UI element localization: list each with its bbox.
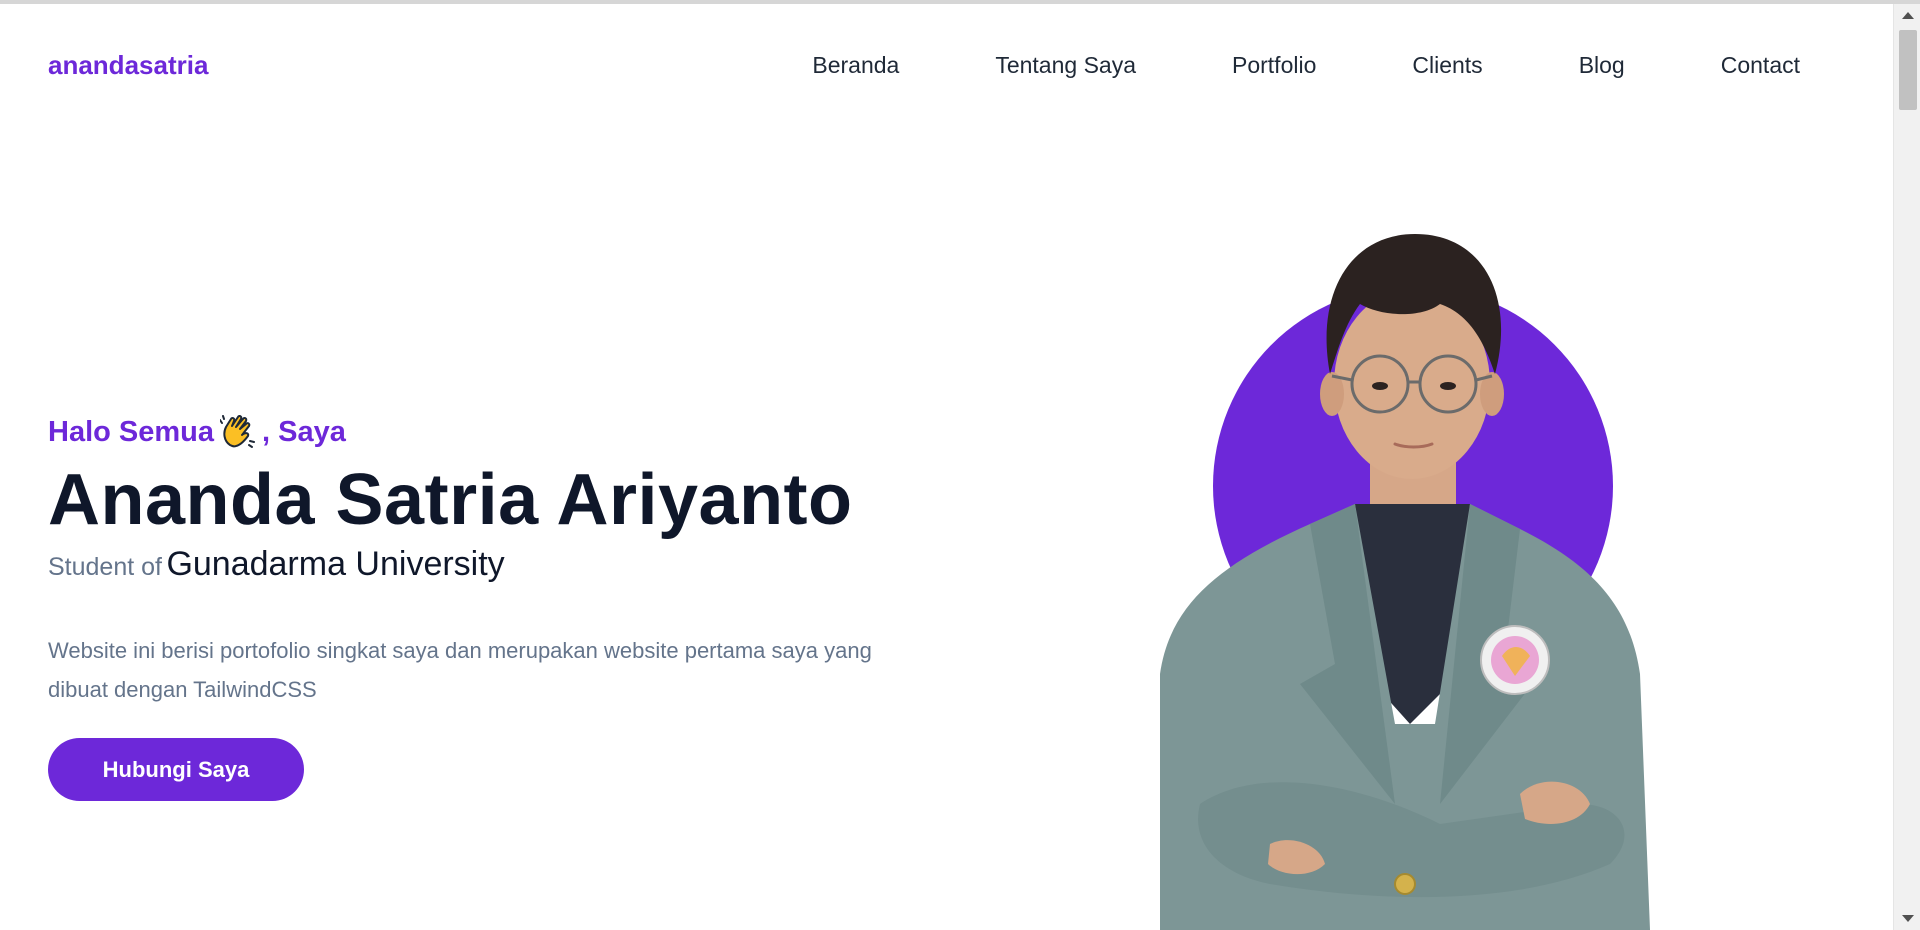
subtitle-prefix: Student of xyxy=(48,553,162,581)
vertical-scrollbar[interactable] xyxy=(1893,4,1920,930)
hero-text: Halo Semua , Saya Ananda Satria Ariyanto… xyxy=(48,412,948,709)
hero-name: Ananda Satria Ariyanto xyxy=(48,460,853,540)
nav-link-beranda[interactable]: Beranda xyxy=(812,52,899,79)
scroll-down-arrow-icon[interactable] xyxy=(1902,915,1914,922)
nav-link-clients[interactable]: Clients xyxy=(1412,52,1482,79)
hero-description: Website ini berisi portofolio singkat sa… xyxy=(48,638,872,702)
navbar: anandasatria Beranda Tentang Saya Portfo… xyxy=(0,4,1893,126)
greeting-suffix: , Saya xyxy=(262,415,346,448)
nav-link-tentang-saya[interactable]: Tentang Saya xyxy=(995,52,1136,79)
page: anandasatria Beranda Tentang Saya Portfo… xyxy=(0,4,1893,930)
waving-hand-icon xyxy=(219,414,256,449)
nav-link-portfolio[interactable]: Portfolio xyxy=(1232,52,1316,79)
scroll-thumb[interactable] xyxy=(1899,30,1917,110)
hero-subtitle: Student of Gunadarma University xyxy=(48,542,948,593)
profile-photo xyxy=(1140,204,1700,930)
profile-illustration xyxy=(1160,234,1650,930)
subtitle-university: Gunadarma University xyxy=(166,545,505,583)
nav-links: Beranda Tentang Saya Portfolio Clients B… xyxy=(812,52,1800,79)
greeting-prefix: Halo Semua xyxy=(48,415,214,448)
scroll-up-arrow-icon[interactable] xyxy=(1902,12,1914,19)
nav-link-contact[interactable]: Contact xyxy=(1721,52,1800,79)
nav-link-blog[interactable]: Blog xyxy=(1579,52,1625,79)
brand-logo[interactable]: anandasatria xyxy=(48,50,208,81)
hero-greeting: Halo Semua , Saya xyxy=(48,412,948,452)
contact-me-button[interactable]: Hubungi Saya xyxy=(48,738,304,801)
university-badge-icon xyxy=(1480,625,1550,695)
